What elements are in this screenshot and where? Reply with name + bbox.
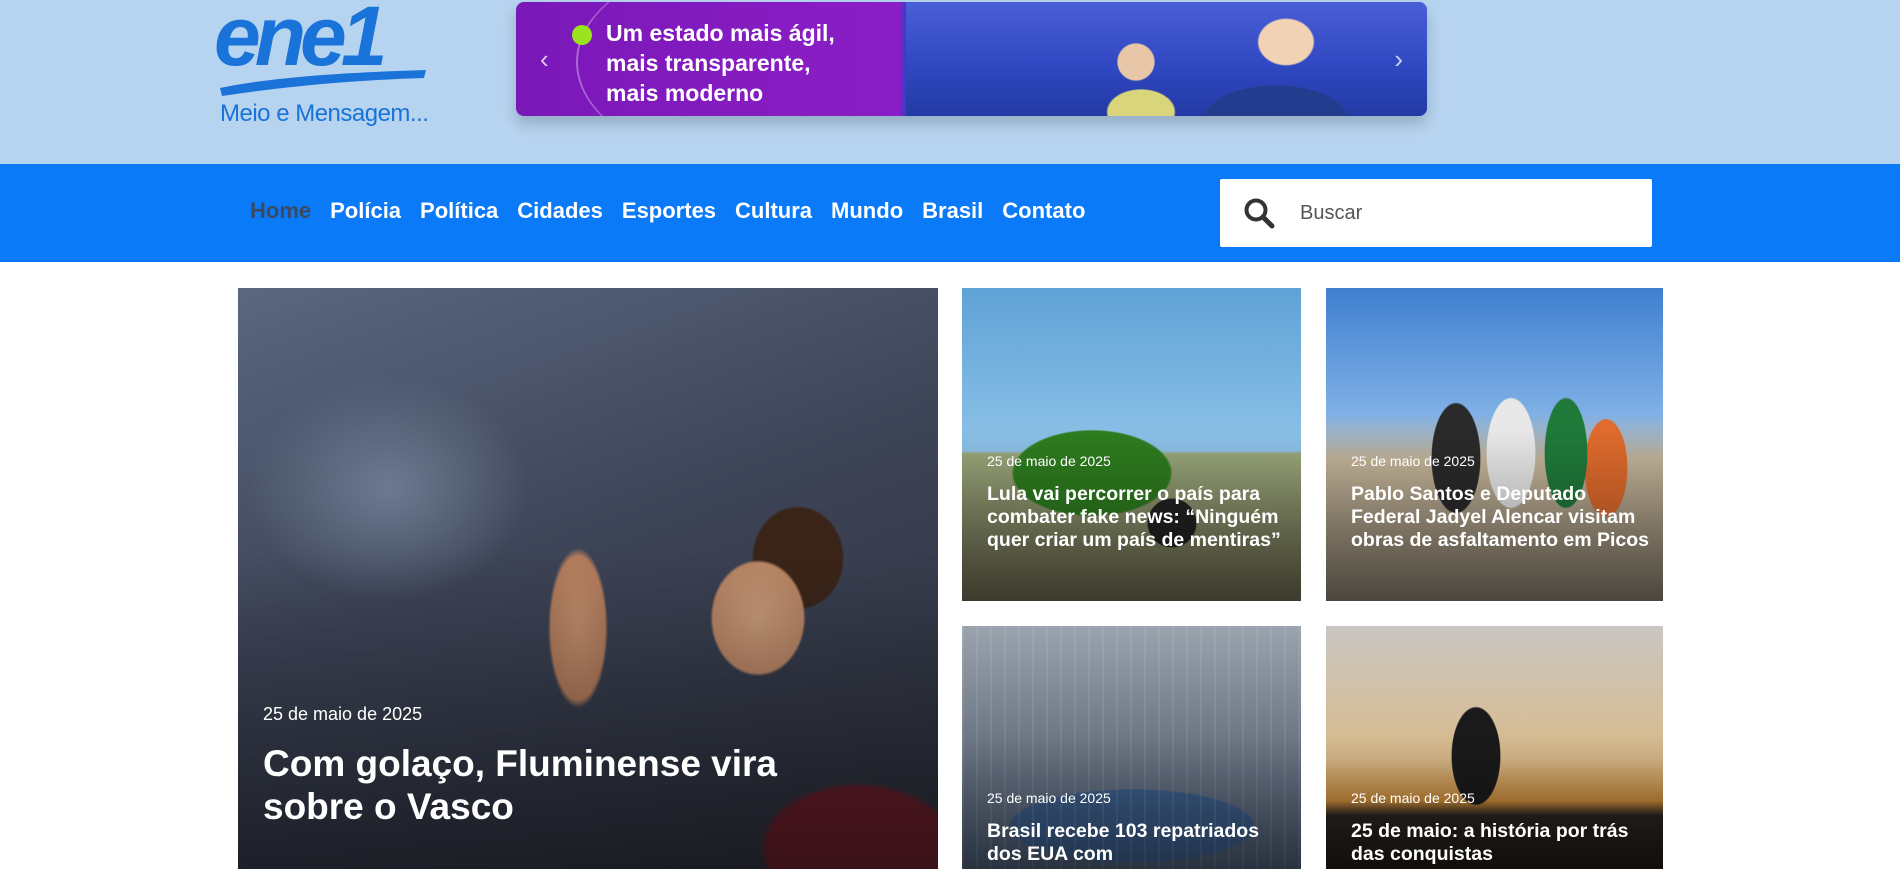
banner-text: Um estado mais ágil, mais transparente, … (606, 18, 906, 108)
article-date: 25 de maio de 2025 (1351, 453, 1475, 469)
logo-swoosh-icon (220, 70, 426, 96)
featured-article-card[interactable]: 25 de maio de 2025 Com golaço, Fluminens… (238, 288, 938, 869)
nav-item-cidades[interactable]: Cidades (517, 198, 603, 224)
article-card[interactable]: 25 de maio de 2025 Lula vai percorrer o … (962, 288, 1301, 601)
nav-item-policia[interactable]: Polícia (330, 198, 401, 224)
main-nav: Home Polícia Política Cidades Esportes C… (0, 164, 1900, 262)
article-card[interactable]: 25 de maio de 2025 Brasil recebe 103 rep… (962, 626, 1301, 869)
article-title[interactable]: Pablo Santos e Deputado Federal Jadyel A… (1351, 483, 1651, 552)
nav-item-brasil[interactable]: Brasil (922, 198, 983, 224)
banner-line: Um estado mais ágil, (606, 20, 835, 46)
nav-item-esportes[interactable]: Esportes (622, 198, 716, 224)
article-date: 25 de maio de 2025 (1351, 790, 1475, 806)
search-input[interactable] (1300, 201, 1630, 225)
header-band: ene1 Meio e Mensagem... Um estado mais á… (0, 0, 1900, 164)
nav-item-home[interactable]: Home (250, 198, 311, 224)
image-overlay (962, 288, 1301, 601)
nav-item-politica[interactable]: Política (420, 198, 498, 224)
banner-line: mais transparente, (606, 50, 811, 76)
article-card[interactable]: 25 de maio de 2025 25 de maio: a históri… (1326, 626, 1663, 869)
search-icon[interactable] (1242, 196, 1276, 230)
article-title[interactable]: Lula vai percorrer o país para combater … (987, 483, 1287, 552)
article-title[interactable]: 25 de maio: a história por trás das conq… (1351, 820, 1651, 866)
article-date: 25 de maio de 2025 (263, 704, 423, 724)
banner-line: mais moderno (606, 80, 764, 106)
search-box (1220, 179, 1652, 247)
site-logo[interactable]: ene1 Meio e Mensagem... (214, 0, 444, 130)
nav-item-contato[interactable]: Contato (1002, 198, 1085, 224)
article-title[interactable]: Brasil recebe 103 repatriados dos EUA co… (987, 820, 1287, 866)
banner-photo (906, 2, 1427, 116)
article-date: 25 de maio de 2025 (987, 453, 1111, 469)
article-card[interactable]: 25 de maio de 2025 Pablo Santos e Deputa… (1326, 288, 1663, 601)
logo-tagline: Meio e Mensagem... (220, 100, 429, 127)
nav-item-mundo[interactable]: Mundo (831, 198, 903, 224)
article-title[interactable]: Com golaço, Fluminense vira sobre o Vasc… (263, 742, 863, 828)
logo-wordmark: ene1 (214, 0, 387, 83)
image-overlay (1326, 288, 1663, 601)
article-date: 25 de maio de 2025 (987, 790, 1111, 806)
nav-item-cultura[interactable]: Cultura (735, 198, 812, 224)
ad-banner[interactable]: Um estado mais ágil, mais transparente, … (516, 2, 1427, 116)
chevron-right-icon[interactable]: › (1394, 44, 1403, 75)
nav-menu: Home Polícia Política Cidades Esportes C… (250, 198, 1085, 224)
banner-dot-icon (572, 25, 592, 45)
chevron-left-icon[interactable]: ‹ (540, 44, 549, 75)
